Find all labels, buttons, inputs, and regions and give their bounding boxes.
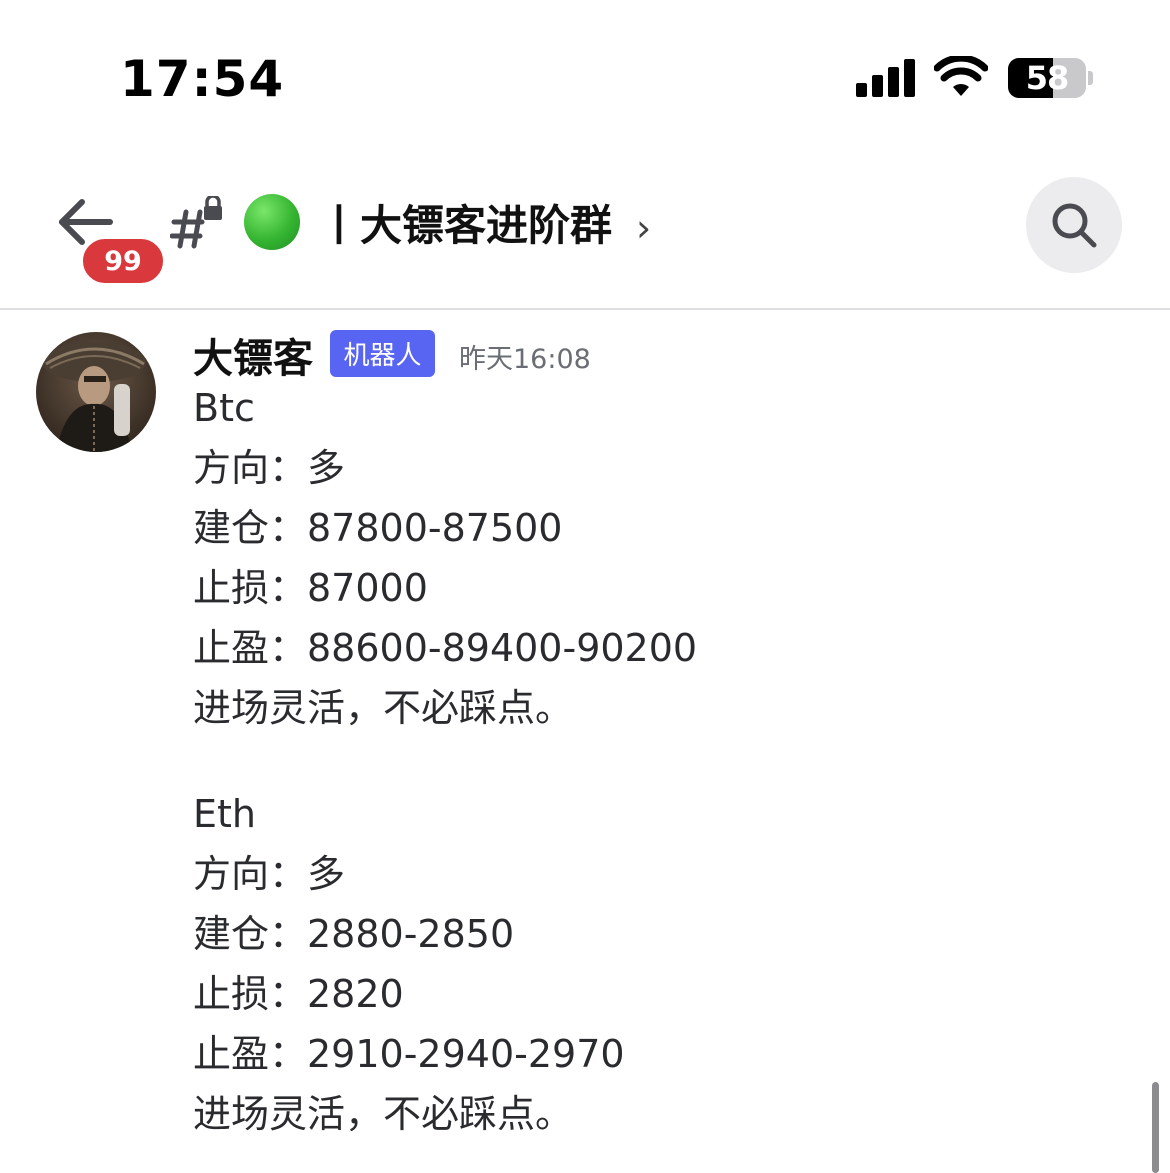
message-timestamp: 昨天16:08 [459, 344, 591, 375]
bot-badge: 机器人 [330, 330, 435, 377]
signal-entry: 建仓：87800-87500 [193, 506, 563, 550]
locked-channel-hash-icon [170, 196, 222, 249]
signal-take-profit: 止盈：2910-2940-2970 [193, 1032, 625, 1076]
signal-note: 进场灵活，不必踩点。 [193, 686, 574, 730]
scrollbar[interactable] [1152, 1082, 1159, 1173]
search-button[interactable] [1026, 177, 1122, 273]
author-name[interactable]: 大镖客 [193, 326, 313, 384]
signal-direction: 方向：多 [193, 852, 346, 896]
unread-count-badge: 99 [80, 236, 166, 286]
signal-direction: 方向：多 [193, 446, 346, 490]
search-icon [1052, 203, 1097, 248]
signal-symbol: Btc [193, 386, 255, 430]
channel-title[interactable]: 丨大镖客进阶群 [244, 192, 612, 252]
battery-icon: 58 [1008, 58, 1086, 98]
green-circle-emoji [244, 194, 300, 250]
signal-symbol: Eth [193, 792, 256, 836]
message-content: Btc 方向：多 建仓：87800-87500 止损：87000 止盈：8860… [193, 378, 1093, 1144]
wifi-icon [934, 56, 988, 96]
avatar[interactable] [36, 332, 156, 452]
battery-level: 58 [1025, 59, 1070, 97]
signal-note: 进场灵活，不必踩点。 [193, 1092, 574, 1136]
status-time: 17:54 [120, 50, 285, 108]
avatar-image [36, 332, 156, 452]
header-divider [0, 308, 1170, 310]
cellular-signal-icon [856, 59, 916, 97]
signal-stop-loss: 止损：2820 [193, 972, 404, 1016]
signal-stop-loss: 止损：87000 [193, 566, 428, 610]
chat-screen: 17:54 58 99 丨大镖客进阶群 › 大镖客 机器人 昨天16:08 Bt… [0, 0, 1170, 1173]
battery-tip [1088, 71, 1093, 85]
channel-name: 丨大镖客进阶群 [318, 200, 613, 250]
signal-take-profit: 止盈：88600-89400-90200 [193, 626, 698, 670]
chevron-right-icon[interactable]: › [636, 206, 651, 250]
signal-entry: 建仓：2880-2850 [193, 912, 515, 956]
